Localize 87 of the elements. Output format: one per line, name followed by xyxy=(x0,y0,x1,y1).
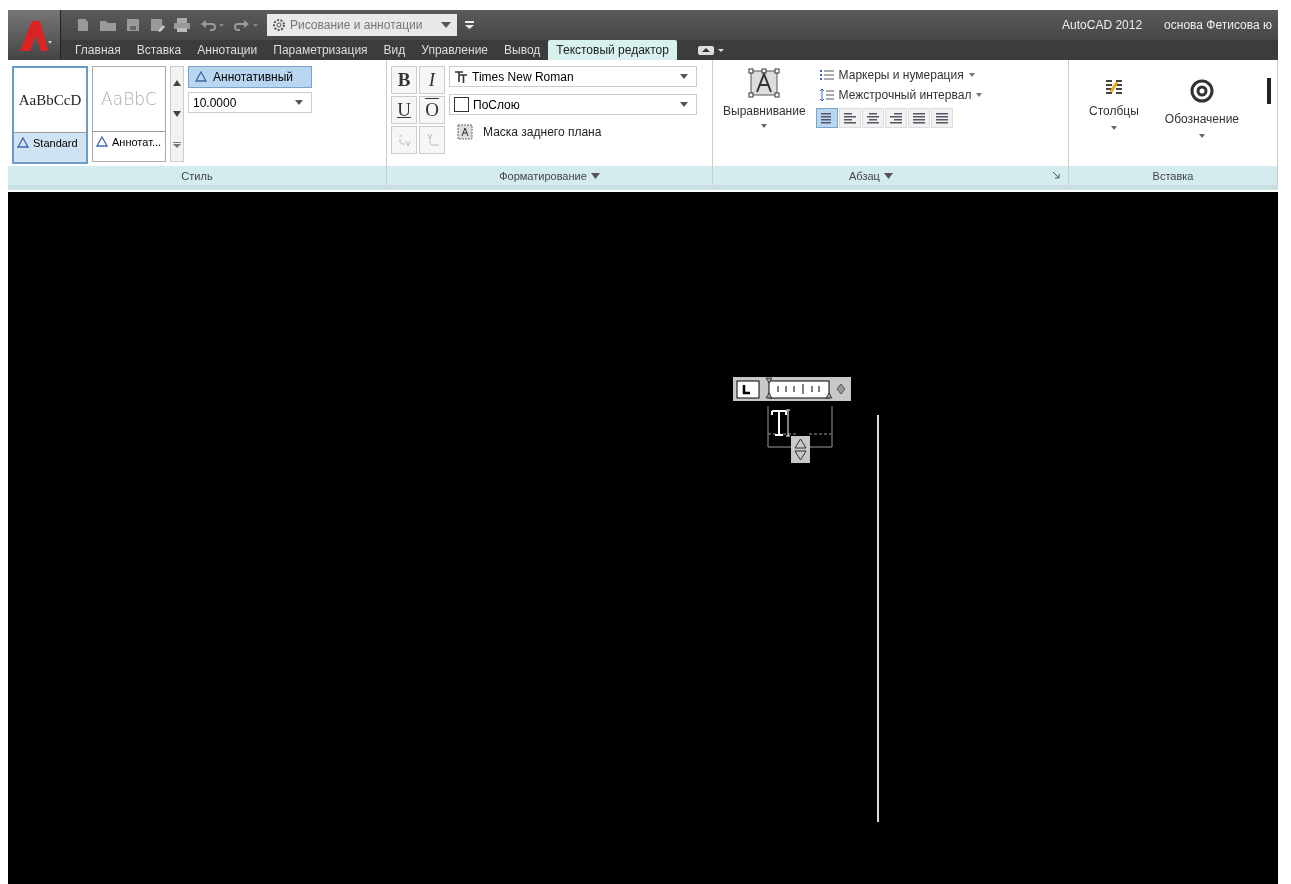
dropdown-arrow-icon xyxy=(976,93,983,97)
dropdown-arrow-icon xyxy=(441,22,451,28)
style-sample: AaBbCcD xyxy=(18,91,82,109)
workspace-dropdown[interactable]: Рисование и аннотации xyxy=(267,14,457,36)
font-dropdown[interactable]: Times New Roman xyxy=(449,66,697,87)
dropdown-arrow-icon xyxy=(680,74,688,79)
dropdown-arrow-icon xyxy=(295,100,303,105)
justification-label: Выравнивание xyxy=(723,104,806,118)
columns-button[interactable]: Столбцы xyxy=(1083,74,1145,164)
ribbon-tab[interactable]: Вывод xyxy=(496,40,549,60)
font-icon xyxy=(454,70,468,83)
align-icon xyxy=(841,110,858,126)
columns-icon xyxy=(1104,78,1123,96)
panel-label: Стиль xyxy=(8,166,386,185)
panel-label[interactable]: Форматирование xyxy=(499,169,587,182)
scroll-down-icon[interactable] xyxy=(173,111,181,117)
bold-button[interactable]: B xyxy=(391,66,417,94)
save-as-icon[interactable] xyxy=(149,17,165,33)
document-title: основа Фетисова ю xyxy=(1164,18,1272,32)
align-icon xyxy=(864,110,881,126)
text-style-tile[interactable]: AaBbCcD Standard xyxy=(12,66,88,164)
gallery-scrollbar[interactable] xyxy=(170,66,184,162)
ribbon-tab[interactable]: Вставка xyxy=(128,40,190,60)
overline-button[interactable]: O xyxy=(419,96,445,124)
app-title: AutoCAD 2012 xyxy=(1062,18,1143,32)
justification-button[interactable]: Выравнивание xyxy=(717,66,812,164)
align-icon xyxy=(933,110,950,126)
color-swatch-icon xyxy=(454,97,469,112)
text-cursor-icon xyxy=(771,409,793,437)
text-height-field[interactable]: 10.0000 xyxy=(188,92,312,113)
align-icon xyxy=(887,110,904,126)
underline-button[interactable]: U xyxy=(391,96,417,124)
ruler-drawing[interactable] xyxy=(733,377,851,401)
ribbon-tab[interactable]: Главная xyxy=(67,40,129,60)
gear-icon xyxy=(271,17,287,33)
annotative-button[interactable]: Аннотативный xyxy=(188,66,312,88)
print-icon[interactable] xyxy=(173,17,191,33)
dropdown-arrow-icon[interactable] xyxy=(590,172,600,179)
save-icon[interactable] xyxy=(125,17,141,33)
font-name: Times New Roman xyxy=(472,69,574,84)
bullets-button[interactable]: Маркеры и нумерация xyxy=(815,68,987,82)
symbol-label: Обозначение xyxy=(1164,112,1240,126)
ribbon-tab[interactable]: Текстовый редактор xyxy=(548,40,677,60)
color-dropdown[interactable]: ПоСлою xyxy=(449,94,697,115)
scroll-up-icon[interactable] xyxy=(173,79,181,86)
justification-icon xyxy=(747,68,782,98)
color-name: ПоСлою xyxy=(473,97,520,112)
undo-icon[interactable] xyxy=(199,17,225,33)
text-height-value: 10.0000 xyxy=(193,95,237,110)
ribbon-tab[interactable]: Параметризация xyxy=(265,40,376,60)
new-file-icon[interactable] xyxy=(75,17,91,33)
dropdown-arrow-icon xyxy=(680,102,688,107)
style-sample: AaBbC xyxy=(101,89,157,109)
line-spacing-button[interactable]: Межстрочный интервал xyxy=(815,88,987,102)
dropdown-arrow-icon xyxy=(761,124,768,128)
align-button[interactable] xyxy=(815,108,838,128)
background-mask-button[interactable]: Маска заднего плана xyxy=(449,122,697,142)
customize-icon[interactable] xyxy=(465,20,475,30)
expand-gallery-icon[interactable] xyxy=(173,142,181,149)
dropdown-arrow-icon xyxy=(968,73,975,77)
style-name: Standard xyxy=(33,137,78,149)
text-box-frame xyxy=(767,406,833,448)
resize-handle-icon[interactable] xyxy=(791,436,810,463)
annotative-icon xyxy=(96,136,108,148)
align-icon xyxy=(910,110,927,126)
dropdown-arrow-icon[interactable] xyxy=(883,172,893,179)
annotative-icon xyxy=(17,137,29,149)
ribbon-tab[interactable]: Аннотации xyxy=(189,40,266,60)
line-spacing-icon xyxy=(819,88,834,102)
symbol-button[interactable]: Обозначение xyxy=(1158,74,1246,164)
columns-label: Столбцы xyxy=(1089,104,1139,118)
redo-icon[interactable] xyxy=(233,17,259,33)
annotative-icon xyxy=(195,71,207,83)
panel-label: Вставка xyxy=(1069,166,1277,185)
ribbon-tab[interactable]: Вид xyxy=(375,40,414,60)
dropdown-arrow-icon xyxy=(1110,126,1117,130)
text-style-tile[interactable]: AaBbC Аннотат... xyxy=(92,66,166,162)
mask-icon xyxy=(457,124,473,140)
style-name: Аннотат... xyxy=(112,136,162,148)
italic-button[interactable]: I xyxy=(419,66,445,94)
ribbon-tab[interactable]: Управление xyxy=(413,40,496,60)
dialog-launcher-icon[interactable] xyxy=(1053,172,1060,179)
panel-options-icon[interactable] xyxy=(696,44,725,56)
bullet-list-icon xyxy=(819,69,834,81)
workspace-name: Рисование и аннотации xyxy=(290,18,423,32)
dropdown-arrow-icon xyxy=(1198,134,1205,138)
panel-label[interactable]: Абзац xyxy=(849,169,880,182)
